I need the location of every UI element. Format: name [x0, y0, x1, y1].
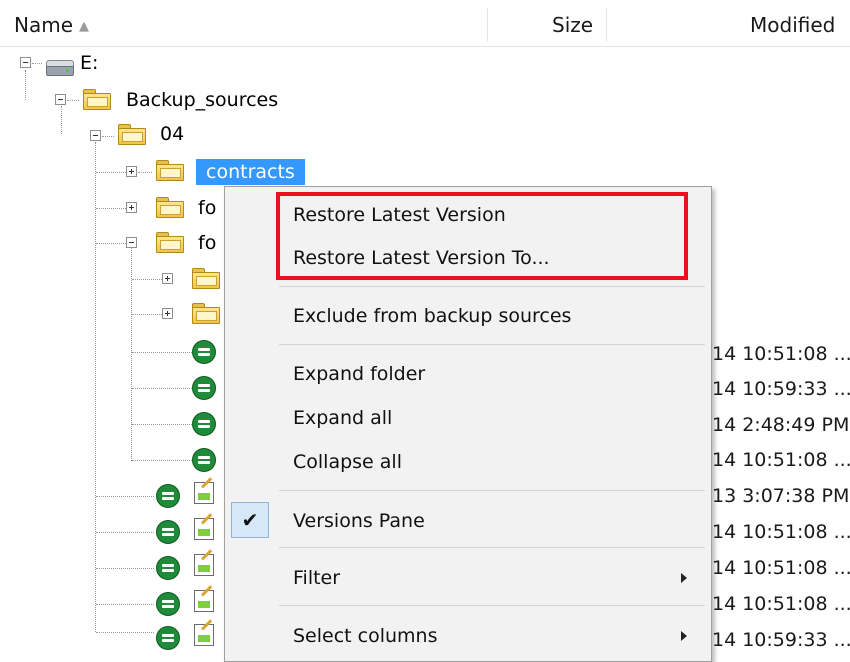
tree-expander[interactable] — [126, 237, 137, 248]
tree-line — [96, 172, 126, 173]
tree-line — [61, 106, 62, 134]
annotation-highlight-box — [276, 192, 688, 280]
check-icon: ✔ — [231, 502, 269, 538]
drive-icon — [46, 60, 74, 76]
tree-expander[interactable] — [126, 202, 137, 213]
tree-line — [96, 568, 154, 569]
column-name-header[interactable]: Name ▲ — [14, 0, 89, 46]
folder-icon — [156, 197, 184, 218]
document-edit-icon — [194, 590, 214, 612]
modified-cell: 14 10:51:08 ... — [712, 449, 850, 471]
modified-cell: 14 10:59:33 ... — [712, 629, 850, 651]
menu-item-expand-all[interactable]: Expand all — [225, 399, 711, 437]
tree-line — [96, 604, 154, 605]
document-edit-icon — [194, 482, 214, 504]
status-ok-icon — [192, 412, 216, 436]
tree-item-folder[interactable]: fo — [198, 195, 216, 221]
menu-item-versions-pane[interactable]: ✔ Versions Pane — [225, 502, 711, 540]
tree-line — [96, 208, 126, 209]
menu-item-label: Expand folder — [293, 363, 426, 385]
tree-expander[interactable] — [162, 308, 173, 319]
status-ok-icon — [156, 592, 180, 616]
tree-line — [132, 424, 192, 425]
folder-icon — [156, 232, 184, 253]
modified-cell: 14 10:51:08 ... — [712, 593, 850, 615]
document-edit-icon — [194, 624, 214, 646]
status-ok-icon — [192, 340, 216, 364]
tree-line — [132, 279, 162, 280]
document-edit-icon — [194, 554, 214, 576]
menu-separator — [279, 605, 705, 606]
menu-item-filter[interactable]: Filter — [225, 559, 711, 597]
folder-icon — [192, 268, 220, 289]
folder-icon — [118, 124, 146, 145]
menu-item-exclude-from-backup-sources[interactable]: Exclude from backup sources — [225, 297, 711, 335]
submenu-arrow-icon — [681, 573, 687, 583]
tree-line — [96, 496, 154, 497]
menu-item-select-columns[interactable]: Select columns — [225, 617, 711, 655]
modified-cell: 14 10:51:08 ... — [712, 521, 850, 543]
column-size-header[interactable]: Size — [552, 0, 593, 46]
modified-cell: 14 10:59:33 ... — [712, 378, 850, 400]
tree-item-contracts[interactable]: contracts — [196, 159, 305, 185]
status-ok-icon — [156, 520, 180, 544]
sort-ascending-icon: ▲ — [79, 19, 90, 34]
tree-line — [25, 70, 26, 100]
tree-line — [96, 243, 126, 244]
menu-item-label: Filter — [293, 567, 341, 589]
tree-line — [67, 100, 79, 101]
tree-line — [132, 314, 162, 315]
tree-line — [96, 532, 154, 533]
tree-line — [132, 352, 192, 353]
folder-icon — [83, 89, 111, 110]
status-ok-icon — [156, 626, 180, 650]
tree-expander[interactable] — [126, 166, 137, 177]
folder-icon — [156, 160, 184, 181]
column-header: Name ▲ Size Modified — [0, 0, 850, 47]
tree-expander[interactable] — [162, 273, 173, 284]
menu-item-label: Expand all — [293, 407, 393, 429]
submenu-arrow-icon — [681, 631, 687, 641]
column-modified-header[interactable]: Modified — [750, 0, 835, 46]
menu-item-label: Versions Pane — [293, 510, 425, 532]
menu-separator — [279, 344, 705, 345]
column-divider[interactable] — [606, 8, 607, 42]
tree-item-drive-label[interactable]: E: — [80, 50, 98, 76]
tree-item-04[interactable]: 04 — [160, 121, 184, 147]
tree-expander[interactable] — [90, 130, 101, 141]
column-name-label: Name — [14, 13, 74, 37]
menu-item-collapse-all[interactable]: Collapse all — [225, 443, 711, 481]
menu-item-expand-folder[interactable]: Expand folder — [225, 355, 711, 393]
menu-item-label: Select columns — [293, 625, 438, 647]
column-divider[interactable] — [487, 8, 488, 42]
tree-expander[interactable] — [55, 94, 66, 105]
menu-item-label: Exclude from backup sources — [293, 305, 572, 327]
status-ok-icon — [156, 556, 180, 580]
status-ok-icon — [156, 484, 180, 508]
tree-line — [132, 388, 192, 389]
tree-line — [138, 172, 152, 173]
tree-line — [102, 136, 114, 137]
tree-item-folder[interactable]: fo — [198, 230, 216, 256]
modified-cell: 14 2:48:49 PM — [712, 414, 850, 436]
menu-separator — [279, 547, 705, 548]
tree-expander[interactable] — [20, 57, 31, 68]
tree-line — [96, 632, 154, 633]
modified-cell: 14 10:51:08 ... — [712, 343, 850, 365]
tree-item-backup-sources[interactable]: Backup_sources — [126, 87, 278, 113]
tree-line — [32, 63, 42, 64]
folder-icon — [192, 303, 220, 324]
tree-line — [132, 460, 192, 461]
menu-separator — [279, 490, 705, 491]
document-edit-icon — [194, 518, 214, 540]
modified-cell: 13 3:07:38 PM — [712, 485, 850, 507]
menu-item-label: Collapse all — [293, 451, 402, 473]
status-ok-icon — [192, 376, 216, 400]
modified-cell: 14 10:51:08 ... — [712, 557, 850, 579]
status-ok-icon — [192, 448, 216, 472]
menu-separator — [279, 286, 705, 287]
tree-line — [95, 142, 96, 632]
